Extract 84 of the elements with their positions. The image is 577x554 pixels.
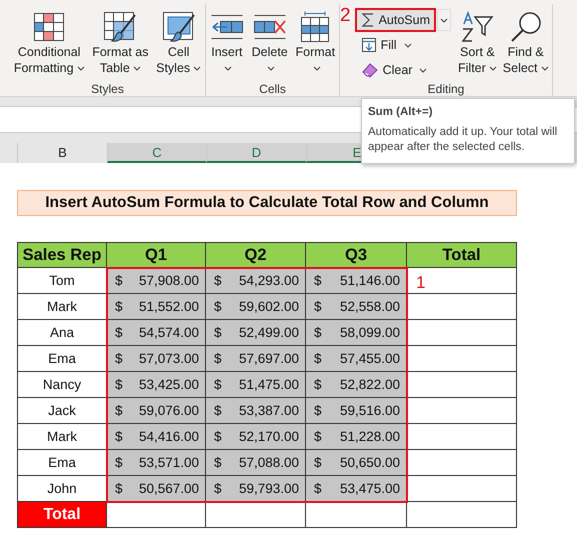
table-cell: Jack bbox=[17, 398, 107, 424]
table-cell: $ 54,416.00 bbox=[107, 424, 206, 450]
ribbon-button[interactable]: Format bbox=[294, 8, 336, 78]
table-cell: $ 51,475.00 bbox=[206, 372, 306, 398]
table-cell: $ 52,499.00 bbox=[206, 320, 306, 346]
cell-styles-icon bbox=[162, 11, 196, 43]
table-cell: $ 52,822.00 bbox=[306, 372, 407, 398]
table-cell: $ 57,455.00 bbox=[306, 346, 407, 372]
table-header: Q3 bbox=[306, 242, 407, 268]
table-cell: $ 52,558.00 bbox=[306, 294, 407, 320]
table-header: Total bbox=[407, 242, 517, 268]
delete-cells-icon bbox=[252, 13, 287, 41]
ribbon-button[interactable]: Find & Select bbox=[502, 8, 550, 78]
insert-cells-icon bbox=[210, 13, 244, 41]
caret-icon bbox=[488, 66, 497, 72]
table-cell: $ 54,574.00 bbox=[107, 320, 206, 346]
table-cell: $ 52,170.00 bbox=[206, 424, 306, 450]
ribbon-button[interactable]: Conditional Formatting bbox=[12, 8, 86, 78]
table-cell: $ 54,293.00 bbox=[206, 268, 306, 294]
column-header[interactable]: C bbox=[107, 143, 206, 163]
table-cell: Ana bbox=[17, 320, 107, 346]
fill-down-icon bbox=[360, 37, 377, 53]
format-cells-icon bbox=[300, 11, 330, 43]
table-header: Q2 bbox=[206, 242, 306, 268]
table-cell: $ 50,650.00 bbox=[306, 450, 407, 476]
eraser-icon bbox=[360, 62, 379, 78]
table-cell: $ 53,387.00 bbox=[206, 398, 306, 424]
table-cell: $ 59,076.00 bbox=[107, 398, 206, 424]
ribbon-button[interactable]: Delete bbox=[250, 8, 289, 78]
ribbon-button[interactable]: Format as Table bbox=[91, 8, 150, 78]
table-cell: $ 57,908.00 bbox=[107, 268, 206, 294]
table-cell: Ema bbox=[17, 346, 107, 372]
dropdown-button[interactable] bbox=[437, 9, 451, 31]
caret-icon bbox=[540, 66, 549, 72]
ribbon-button[interactable]: AutoSum bbox=[354, 8, 436, 32]
tooltip-title: Sum (Alt+=) bbox=[368, 105, 434, 120]
table-brush-icon bbox=[103, 11, 138, 43]
caret-icon bbox=[404, 42, 412, 48]
conditional-formatting-icon bbox=[33, 12, 66, 42]
table-cell: $ 51,228.00 bbox=[306, 424, 407, 450]
table-cell: $ 59,602.00 bbox=[206, 294, 306, 320]
table-cell: Tom bbox=[17, 268, 107, 294]
sigma-icon bbox=[360, 12, 375, 28]
table-cell: $ 58,099.00 bbox=[306, 320, 407, 346]
caret-icon bbox=[419, 68, 428, 72]
ribbon-button[interactable]: Fill bbox=[354, 33, 418, 57]
search-icon bbox=[508, 10, 543, 44]
caret-icon bbox=[224, 66, 232, 72]
table-cell: $ 59,516.00 bbox=[306, 398, 407, 424]
table-cell: $ 51,146.00 bbox=[306, 268, 407, 294]
table-cell: $ 51,552.00 bbox=[107, 294, 206, 320]
table-cell: $ 53,425.00 bbox=[107, 372, 206, 398]
caret-icon bbox=[193, 66, 202, 72]
table-cell: $ 57,073.00 bbox=[107, 346, 206, 372]
caret-icon bbox=[132, 66, 141, 72]
table-cell: $ 53,475.00 bbox=[306, 476, 407, 502]
caret-icon bbox=[440, 18, 448, 22]
column-header[interactable]: D bbox=[206, 143, 306, 163]
table-cell: Ema bbox=[17, 450, 107, 476]
group-label: Styles bbox=[90, 82, 125, 98]
ribbon-button[interactable]: Insert bbox=[208, 8, 245, 78]
table-cell: Total bbox=[17, 502, 107, 528]
table-cell: Mark bbox=[17, 294, 107, 320]
step-marker: 1 bbox=[416, 273, 426, 293]
ribbon-button[interactable]: Cell Styles bbox=[155, 8, 202, 78]
group-label: Editing bbox=[426, 82, 466, 98]
group-label: Cells bbox=[258, 82, 287, 98]
step-marker: 2 bbox=[340, 5, 351, 27]
table-cell: $ 53,571.00 bbox=[107, 450, 206, 476]
ribbon-button[interactable]: Sort & Filter bbox=[457, 8, 498, 78]
sort-filter-icon bbox=[460, 11, 494, 43]
table-cell: $ 57,088.00 bbox=[206, 450, 306, 476]
ribbon-button[interactable]: Clear bbox=[354, 58, 434, 82]
sheet-title: Insert AutoSum Formula to Calculate Total Row and Column bbox=[17, 190, 517, 216]
table-cell: Mark bbox=[17, 424, 107, 450]
table-cell: $ 57,697.00 bbox=[206, 346, 306, 372]
caret-icon bbox=[267, 66, 276, 72]
caret-icon bbox=[312, 66, 321, 72]
caret-icon bbox=[76, 66, 85, 72]
table-header: Sales Rep bbox=[17, 242, 107, 268]
table-cell: $ 59,793.00 bbox=[206, 476, 306, 502]
table-cell: Nancy bbox=[17, 372, 107, 398]
table-cell: $ 50,567.00 bbox=[107, 476, 206, 502]
table-header: Q1 bbox=[107, 242, 206, 268]
